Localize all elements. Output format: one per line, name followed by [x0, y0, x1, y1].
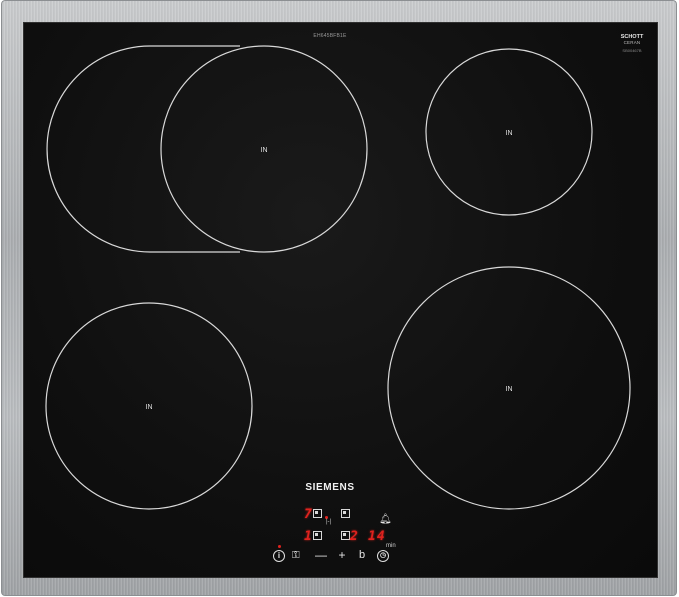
model-label: EH645BFB1E — [313, 33, 347, 39]
minus-button[interactable]: — — [315, 549, 327, 561]
zone-select-top-right[interactable] — [341, 509, 350, 518]
zone-label-top-right: IN — [506, 130, 513, 137]
zone-power-display-bottom: 1 — [304, 529, 312, 544]
schott-ceran-logo: SCHOTT CERAN — [612, 34, 652, 46]
key-lock-icon[interactable]: ⚿ — [292, 550, 300, 562]
zone-label-bottom-right: IN — [506, 386, 513, 393]
flex-zone-extension-ring — [46, 45, 240, 253]
ceran-logo-text: CERAN — [623, 40, 641, 45]
bell-icon[interactable]: 🔔︎ — [379, 514, 392, 526]
clock-icon[interactable]: ◷ — [377, 550, 389, 562]
zone-select-bottom-right[interactable] — [341, 531, 350, 540]
zone-top-right[interactable]: IN — [425, 48, 593, 216]
zone-bottom-left[interactable]: IN — [45, 302, 253, 510]
zone-select-top-left[interactable] — [313, 509, 322, 518]
timer-hours-display: 2 — [350, 529, 358, 544]
plus-button[interactable]: + — [336, 549, 348, 561]
info-power-icon[interactable]: i — [273, 550, 285, 562]
timer-minutes-display: 14 — [368, 529, 386, 544]
flex-zone-top-left[interactable]: IN — [46, 45, 368, 253]
timer-unit-label: min — [386, 543, 396, 549]
zone-power-display-top: 7 — [304, 507, 312, 522]
brand-logo: SIEMENS — [305, 482, 355, 493]
timer-marker: |-| — [326, 519, 332, 525]
boost-button[interactable]: b — [357, 549, 367, 561]
zone-select-bottom-left[interactable] — [313, 531, 322, 540]
zone-bottom-right[interactable]: IN — [387, 266, 631, 510]
power-indicator-dot — [278, 545, 281, 548]
zone-label-top-left: IN — [261, 147, 268, 154]
zone-label-bottom-left: IN — [146, 404, 153, 411]
cooking-zones-layer: IN IN IN IN — [45, 45, 631, 510]
ceran-code-label: SB00467B — [622, 48, 642, 53]
